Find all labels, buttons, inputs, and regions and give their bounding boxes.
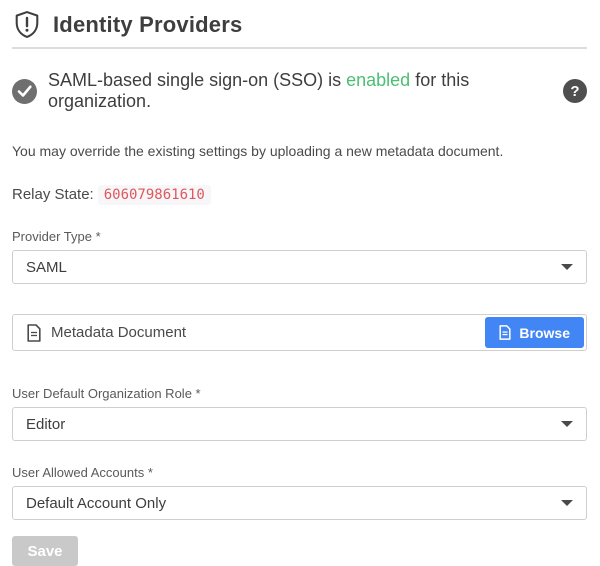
chevron-down-icon	[561, 421, 573, 427]
document-icon	[27, 324, 41, 342]
override-note: You may override the existing settings b…	[12, 143, 587, 159]
relay-state-label: Relay State:	[12, 186, 94, 203]
browse-button-label: Browse	[519, 325, 570, 341]
allowed-accounts-select[interactable]: Default Account Only	[12, 486, 587, 520]
provider-type-label: Provider Type *	[12, 229, 587, 244]
default-org-role-select[interactable]: Editor	[12, 407, 587, 441]
provider-type-selected-value: SAML	[26, 259, 67, 276]
document-icon	[499, 325, 511, 340]
browse-button[interactable]: Browse	[485, 317, 584, 348]
relay-state-value: 606079861610	[98, 185, 211, 205]
sso-text-before: SAML-based single sign-on (SSO) is	[48, 70, 346, 90]
check-circle-icon	[12, 79, 37, 104]
default-org-role-group: User Default Organization Role * Editor	[12, 386, 587, 441]
save-button[interactable]: Save	[12, 536, 78, 566]
default-org-role-selected-value: Editor	[26, 416, 65, 433]
allowed-accounts-selected-value: Default Account Only	[26, 495, 166, 512]
shield-exclamation-icon	[14, 10, 40, 39]
question-circle-icon[interactable]: ?	[563, 79, 587, 103]
chevron-down-icon	[561, 500, 573, 506]
sso-status-banner: SAML-based single sign-on (SSO) is enabl…	[12, 70, 587, 112]
sso-status-value: enabled	[346, 70, 410, 90]
metadata-document-file-input[interactable]: Metadata Document Browse	[12, 314, 587, 351]
sso-status-text: SAML-based single sign-on (SSO) is enabl…	[48, 70, 552, 112]
chevron-down-icon	[561, 264, 573, 270]
provider-type-group: Provider Type * SAML	[12, 229, 587, 284]
relay-state-row: Relay State:606079861610	[12, 186, 587, 203]
metadata-document-placeholder: Metadata Document	[51, 324, 186, 341]
provider-type-select[interactable]: SAML	[12, 250, 587, 284]
identity-providers-page: Identity Providers SAML-based single sig…	[0, 0, 600, 566]
page-header: Identity Providers	[12, 0, 587, 49]
default-org-role-label: User Default Organization Role *	[12, 386, 587, 401]
allowed-accounts-group: User Allowed Accounts * Default Account …	[12, 465, 587, 520]
page-title: Identity Providers	[53, 12, 242, 38]
allowed-accounts-label: User Allowed Accounts *	[12, 465, 587, 480]
